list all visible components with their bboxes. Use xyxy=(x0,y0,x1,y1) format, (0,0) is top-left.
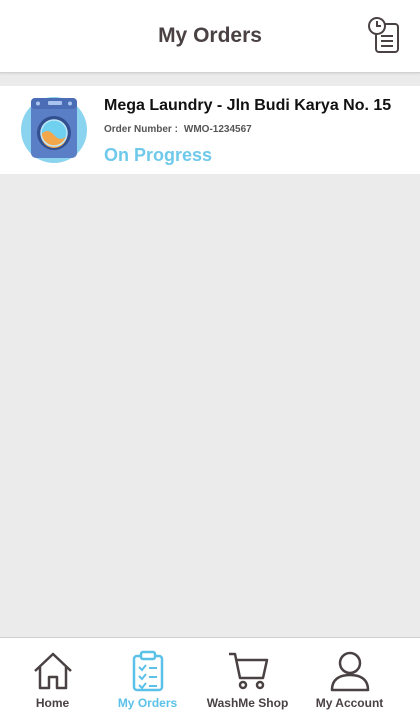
nav-item-home[interactable]: Home xyxy=(0,638,105,721)
nav-item-my-orders[interactable]: My Orders xyxy=(95,638,200,721)
nav-label-my-orders: My Orders xyxy=(117,696,178,710)
home-icon xyxy=(34,652,72,690)
shopping-cart-icon xyxy=(229,652,269,690)
order-history-button[interactable] xyxy=(366,16,406,56)
order-number-value: WMO-1234567 xyxy=(183,124,252,135)
washing-machine-icon xyxy=(21,97,87,163)
nav-label-washme-shop: WashMe Shop xyxy=(206,696,289,710)
page-title: My Orders xyxy=(158,24,262,47)
order-number-row: Order Number : WMO-1234567 xyxy=(104,124,252,135)
nav-item-washme-shop[interactable]: WashMe Shop xyxy=(195,638,300,721)
order-shop-name: Mega Laundry - Jln Budi Karya No. 15 xyxy=(104,97,392,114)
app-header: My Orders xyxy=(0,0,420,73)
nav-label-home: Home xyxy=(35,696,70,710)
clipboard-checklist-icon xyxy=(132,650,164,692)
order-status: On Progress xyxy=(104,145,213,165)
nav-item-my-account[interactable]: My Account xyxy=(297,638,402,721)
user-icon xyxy=(330,651,370,692)
history-clock-list-icon xyxy=(368,17,399,53)
order-number-label: Order Number : xyxy=(104,124,178,135)
nav-label-my-account: My Account xyxy=(315,696,384,710)
order-card[interactable]: Mega Laundry - Jln Budi Karya No. 15 Ord… xyxy=(0,86,420,174)
bottom-navigation: Home My Orders WashMe Shop My Account xyxy=(0,637,420,721)
